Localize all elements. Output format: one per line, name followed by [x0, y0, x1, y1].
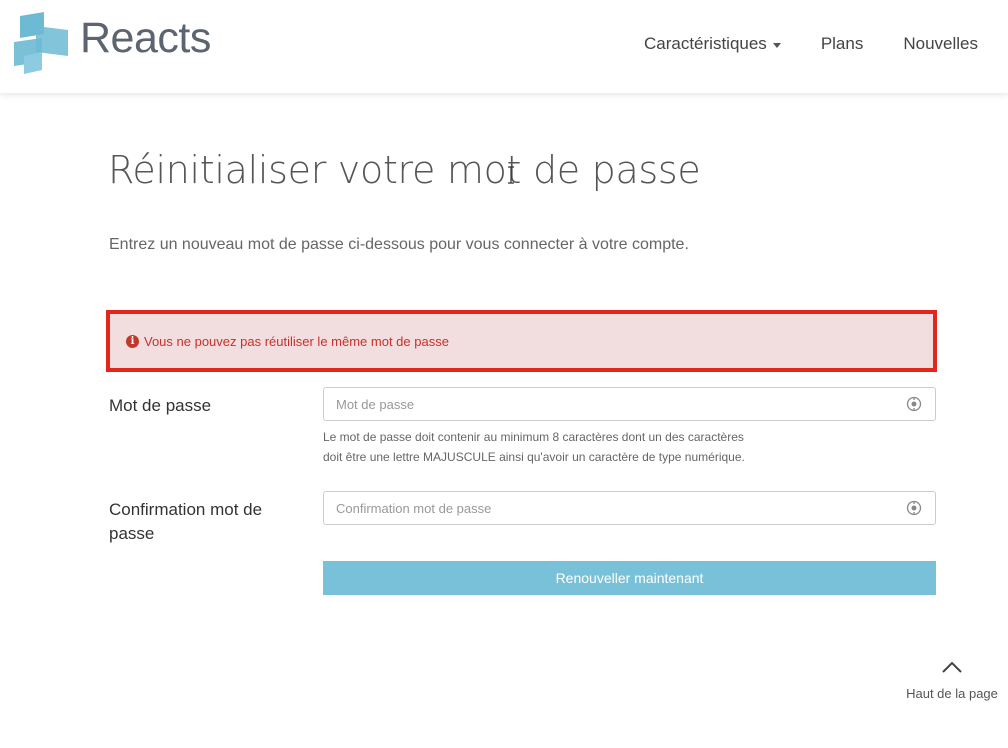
renew-password-button[interactable]: Renouveller maintenant: [323, 561, 936, 595]
intro-text: Entrez un nouveau mot de passe ci-dessou…: [109, 236, 689, 253]
nav-item-label: Nouvelles: [903, 34, 978, 53]
brand-name[interactable]: Reacts: [80, 14, 211, 63]
reacts-logo-icon: [14, 12, 68, 74]
password-label: Mot de passe: [109, 396, 212, 415]
caret-down-icon: [772, 42, 781, 48]
site-header: Reacts Caractéristiques Plans Nouvelles: [0, 0, 1008, 93]
nav-item-news[interactable]: Nouvelles: [903, 34, 978, 54]
password-input[interactable]: [324, 388, 935, 420]
page-title: Réinitialiser votre mot de passe: [108, 148, 701, 192]
nav-item-label: Caractéristiques: [643, 34, 767, 53]
nav-item-label: Plans: [820, 34, 864, 53]
help-line: doit être une lettre MAJUSCULE ainsi qu'…: [323, 450, 745, 464]
alert-message: Vous ne pouvez pas réutiliser le même mo…: [144, 333, 449, 349]
password-field-wrapper: [323, 387, 936, 421]
show-password-icon[interactable]: [906, 500, 922, 516]
confirm-password-input[interactable]: [324, 492, 935, 524]
back-to-top-link[interactable]: Haut de la page: [900, 660, 1004, 701]
error-alert: i Vous ne pouvez pas réutiliser le même …: [106, 310, 937, 372]
confirm-password-label: Confirmation mot de passe: [109, 500, 263, 543]
chevron-up-icon: [942, 661, 962, 673]
confirm-password-field-wrapper: [323, 491, 936, 525]
brand-logo[interactable]: [14, 12, 70, 74]
main-nav: Caractéristiques Plans Nouvelles: [634, 0, 1008, 88]
nav-item-plans[interactable]: Plans: [821, 34, 864, 54]
nav-item-features[interactable]: Caractéristiques: [644, 34, 781, 54]
help-line: Le mot de passe doit contenir au minimum…: [323, 430, 744, 444]
back-to-top-label: Haut de la page: [906, 686, 998, 701]
info-circle-icon: i: [126, 334, 139, 348]
show-password-icon[interactable]: [906, 396, 922, 412]
text-cursor-icon: [508, 166, 514, 184]
password-help-text: Le mot de passe doit contenir au minimum…: [323, 427, 843, 467]
